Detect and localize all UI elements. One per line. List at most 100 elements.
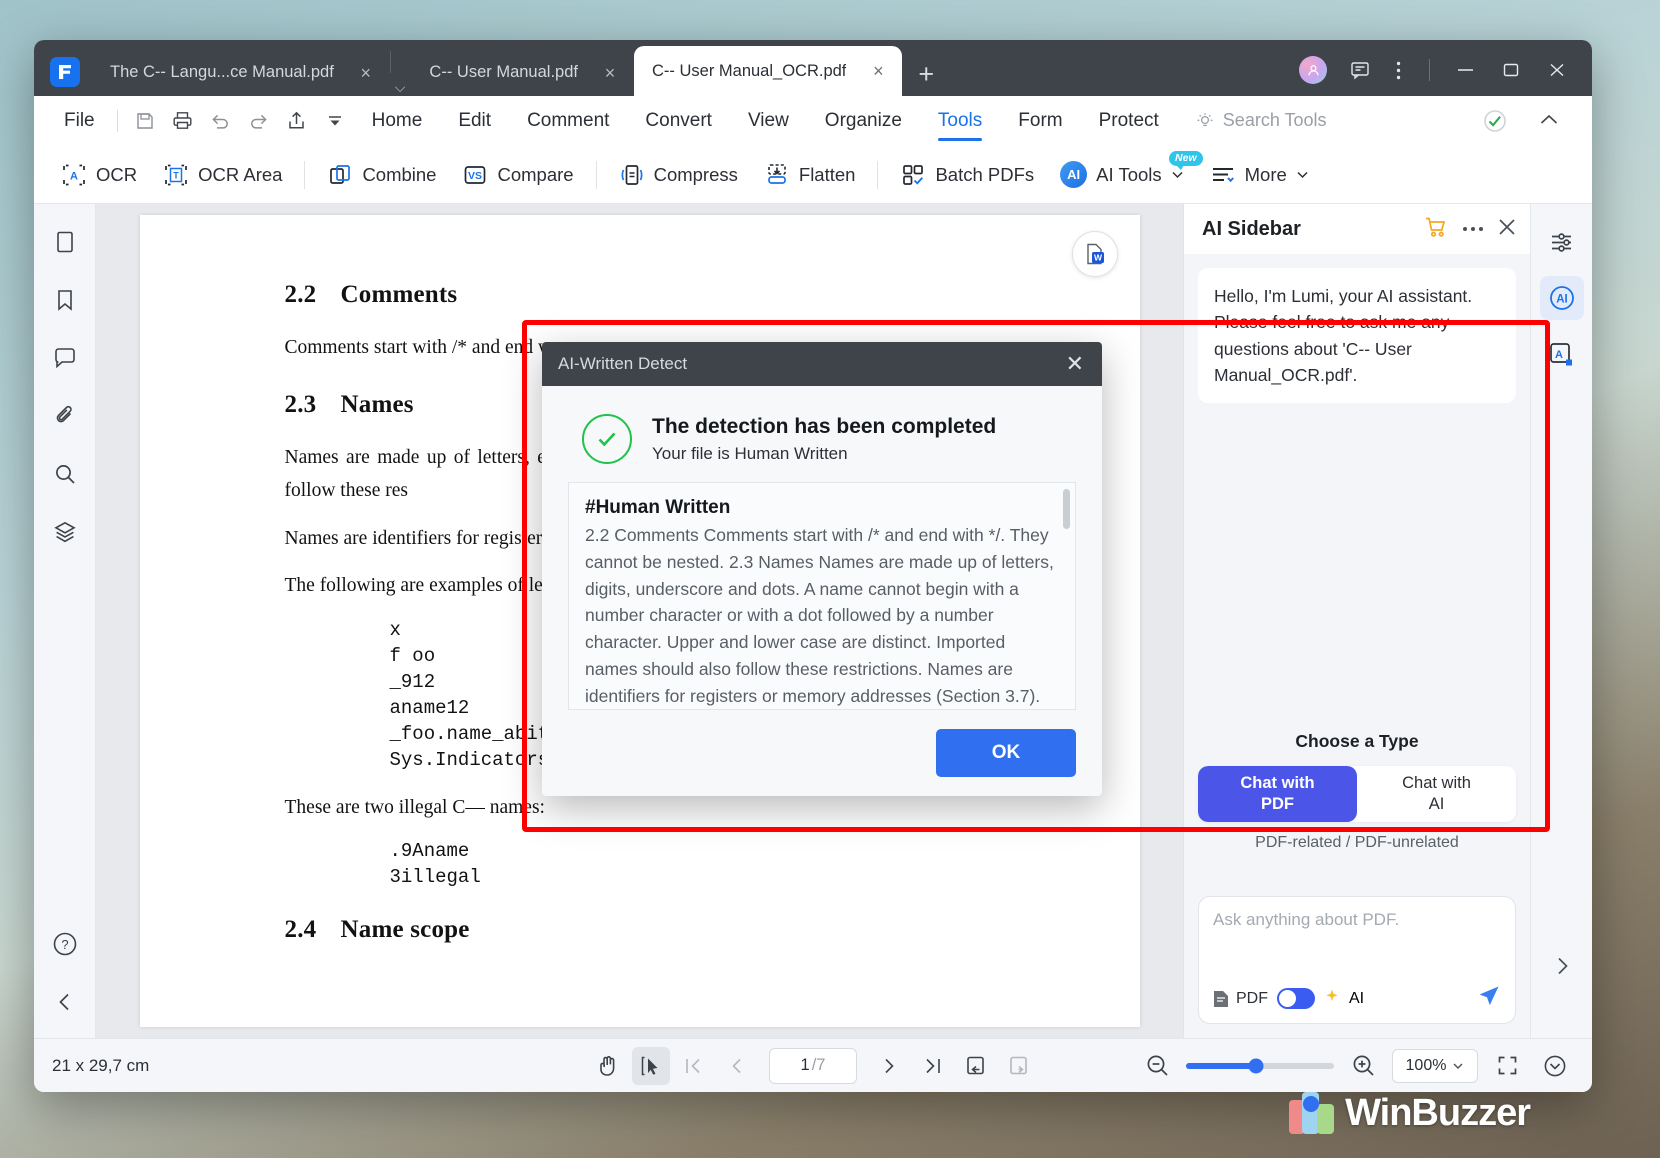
ocr-area-icon: T [165, 164, 187, 185]
more-options-icon[interactable] [1381, 56, 1415, 84]
dialog-close-icon[interactable]: ✕ [1060, 349, 1090, 379]
zoom-in-icon[interactable] [1344, 1047, 1382, 1085]
page-number-input[interactable]: 1 /7 [769, 1047, 857, 1084]
ribbon-compress[interactable]: Compress [606, 153, 751, 197]
chevron-down-icon [1297, 171, 1308, 179]
share-icon[interactable] [278, 104, 316, 138]
undo-icon[interactable] [202, 104, 240, 138]
ribbon-flatten[interactable]: Flatten [751, 153, 869, 197]
menu-organize[interactable]: Organize [807, 97, 920, 145]
comments-icon[interactable] [43, 336, 87, 380]
new-tab-button[interactable]: + [902, 61, 950, 88]
collapse-ribbon-icon[interactable] [1530, 104, 1568, 138]
menu-view[interactable]: View [730, 97, 807, 145]
menu-tools[interactable]: Tools [920, 97, 1000, 145]
avatar[interactable] [1299, 56, 1327, 84]
tools-ribbon: A OCR T OCR Area Combine VS Compare Comp… [34, 146, 1592, 204]
ribbon-label: Flatten [798, 163, 856, 185]
layers-icon[interactable] [43, 510, 87, 554]
feedback-icon[interactable] [1343, 56, 1377, 84]
ai-sidebar-close-icon[interactable] [1498, 218, 1516, 241]
page-navigation-controls: 1 /7 [589, 1046, 1037, 1085]
menu-convert[interactable]: Convert [627, 97, 730, 145]
report-body-text: 2.2 Comments Comments start with /* and … [585, 525, 1054, 706]
chevron-down-icon[interactable]: ⌵ [395, 79, 406, 96]
pdf-ai-toggle-switch[interactable] [1277, 988, 1315, 1009]
tab-c-user-manual[interactable]: C-- User Manual.pdf × [411, 49, 634, 96]
ok-button[interactable]: OK [936, 729, 1076, 777]
convert-to-word-icon[interactable]: W [1071, 231, 1118, 277]
save-icon[interactable] [126, 104, 164, 138]
menu-edit[interactable]: Edit [440, 97, 509, 145]
menu-home[interactable]: Home [354, 97, 441, 145]
menu-file[interactable]: File [50, 110, 109, 132]
select-tool-icon[interactable] [632, 1046, 670, 1085]
scrollbar-thumb[interactable] [1063, 489, 1070, 529]
detection-report-scrollbox[interactable]: #Human Written 2.2 Comments Comments sta… [568, 482, 1076, 710]
hand-tool-icon[interactable] [589, 1047, 627, 1085]
print-icon[interactable] [164, 104, 202, 138]
search-icon[interactable] [43, 452, 87, 496]
last-page-icon[interactable] [913, 1047, 951, 1085]
sync-status-icon[interactable] [1476, 104, 1514, 138]
ai-sidebar-title: AI Sidebar [1202, 217, 1301, 240]
dropdown-arrow-icon[interactable] [316, 104, 354, 138]
expand-right-panel-icon[interactable] [1551, 955, 1573, 982]
ribbon-label: OCR Area [198, 163, 283, 185]
scroll-bottom-icon[interactable] [1536, 1047, 1574, 1085]
ribbon-batch-pdfs[interactable]: Batch PDFs [887, 153, 1047, 197]
menu-comment[interactable]: Comment [509, 97, 627, 145]
menu-form[interactable]: Form [1000, 97, 1080, 145]
next-page-icon[interactable] [870, 1047, 908, 1085]
previous-page-icon[interactable] [718, 1047, 756, 1085]
detection-result-row: The detection has been completed Your fi… [568, 408, 1076, 482]
zoom-out-icon[interactable] [1138, 1047, 1176, 1085]
choose-type-subtitle: PDF-related / PDF-unrelated [1255, 834, 1459, 851]
tab-divider [389, 50, 391, 73]
redo-icon[interactable] [240, 104, 278, 138]
single-page-view-icon[interactable] [956, 1047, 994, 1085]
chat-with-pdf-button[interactable]: Chat with PDF [1198, 766, 1357, 822]
zoom-slider-handle[interactable] [1248, 1058, 1264, 1073]
fullscreen-icon[interactable] [1488, 1047, 1526, 1085]
ribbon-ocr-area[interactable]: T OCR Area [150, 153, 295, 197]
first-page-icon[interactable] [675, 1047, 713, 1085]
continuous-view-icon[interactable] [999, 1047, 1037, 1085]
properties-icon[interactable] [1540, 220, 1584, 264]
ocr-icon: A [63, 164, 85, 185]
tab-close-icon[interactable]: × [356, 64, 376, 82]
chat-composer[interactable]: Ask anything about PDF. PDF AI [1198, 896, 1516, 1024]
ai-sidebar-more-icon[interactable] [1462, 220, 1484, 238]
tab-close-icon[interactable]: × [600, 64, 620, 82]
composer-controls: PDF AI [1213, 984, 1501, 1013]
collapse-left-panel-icon[interactable] [43, 980, 87, 1024]
maximize-button[interactable] [1490, 56, 1532, 84]
thumbnails-icon[interactable] [43, 220, 87, 264]
send-message-icon[interactable] [1477, 984, 1501, 1013]
zoom-level-select[interactable]: 100% [1392, 1048, 1478, 1083]
dialog-title: AI-Written Detect [558, 354, 688, 373]
chat-input-placeholder[interactable]: Ask anything about PDF. [1213, 910, 1501, 930]
menu-protect[interactable]: Protect [1081, 97, 1177, 145]
ribbon-ocr[interactable]: A OCR [48, 153, 150, 197]
zoom-controls: 100% [1138, 1047, 1574, 1085]
ribbon-more[interactable]: More [1197, 153, 1322, 197]
minimize-button[interactable] [1444, 56, 1486, 84]
zoom-slider[interactable] [1186, 1058, 1334, 1073]
close-button[interactable] [1536, 56, 1578, 84]
cart-icon[interactable] [1424, 215, 1448, 244]
ribbon-combine[interactable]: Combine [314, 153, 449, 197]
page-dimensions-label: 21 x 29,7 cm [52, 1055, 150, 1075]
ai-assistant-icon[interactable]: AI [1539, 276, 1584, 320]
search-tools[interactable]: Search Tools [1195, 110, 1327, 131]
ribbon-ai-tools[interactable]: AI AI Tools New [1047, 150, 1203, 197]
ribbon-compare[interactable]: VS Compare [449, 153, 586, 197]
attachments-icon[interactable] [43, 394, 87, 438]
tab-c-user-manual-ocr[interactable]: C-- User Manual_OCR.pdf × [633, 46, 903, 96]
chat-with-ai-button[interactable]: Chat with AI [1357, 766, 1516, 822]
bookmarks-icon[interactable] [43, 278, 87, 322]
tab-close-icon[interactable]: × [868, 62, 888, 80]
tab-the-c-language-manual[interactable]: The C-- Langu...ce Manual.pdf × [92, 49, 390, 96]
help-icon[interactable]: ? [43, 922, 87, 966]
translate-icon[interactable]: A [1540, 332, 1584, 376]
